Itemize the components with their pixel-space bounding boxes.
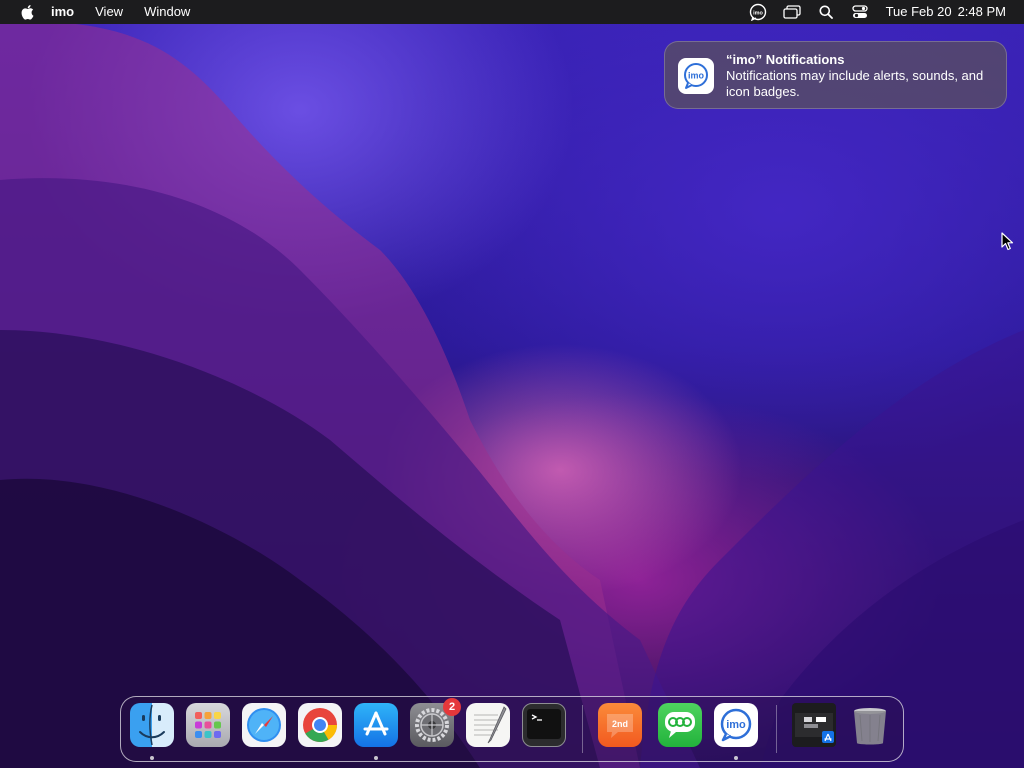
notification-title: “imo” Notifications	[726, 52, 845, 67]
wallpaper	[0, 20, 1024, 768]
apple-logo-icon[interactable]	[20, 4, 34, 20]
system-settings-icon[interactable]: 2	[410, 698, 461, 747]
safari-icon[interactable]	[242, 703, 286, 747]
menu-view[interactable]: View	[95, 0, 123, 24]
running-indicator	[150, 756, 154, 760]
running-indicator	[734, 756, 738, 760]
mouse-cursor-icon	[1001, 232, 1014, 251]
svg-text:imo: imo	[753, 10, 763, 16]
running-indicator	[374, 756, 378, 760]
menu-bar: imo View Window imo Tue Feb 20 2:48 PM	[0, 0, 1024, 24]
terminal-icon[interactable]	[522, 703, 566, 747]
downloads-stack-icon[interactable]	[792, 703, 836, 747]
finder-icon[interactable]	[130, 703, 174, 747]
launchpad-icon[interactable]	[186, 703, 230, 747]
imo-menubar-icon[interactable]: imo	[748, 3, 768, 21]
chrome-icon[interactable]	[298, 703, 342, 747]
svg-text:imo: imo	[688, 71, 705, 81]
spotlight-search-icon[interactable]	[816, 3, 836, 21]
imo-label: imo	[726, 719, 746, 731]
imo-app-icon[interactable]: imo	[714, 703, 758, 747]
app-store-icon[interactable]	[354, 703, 398, 747]
clock-date: Tue Feb 20	[885, 4, 952, 19]
notification-banner[interactable]: imo “imo” Notifications Notifications ma…	[664, 41, 1007, 109]
2ndline-icon[interactable]: 2nd	[598, 703, 642, 747]
clock-time: 2:48 PM	[957, 4, 1006, 19]
imo-app-icon: imo	[678, 58, 714, 94]
desktop: imo View Window imo Tue Feb 20 2:48 PM i…	[0, 0, 1024, 768]
green-messenger-icon[interactable]	[658, 703, 702, 747]
dock: 2 2nd imo	[120, 696, 904, 762]
menubar-clock[interactable]: Tue Feb 20 2:48 PM	[886, 0, 1006, 24]
control-center-icon[interactable]	[850, 3, 870, 21]
2ndline-label: 2nd	[612, 719, 628, 729]
notification-body: Notifications may include alerts, sounds…	[726, 68, 984, 99]
screen-mirroring-icon[interactable]	[782, 3, 802, 21]
dock-separator	[776, 705, 777, 753]
menu-window[interactable]: Window	[144, 0, 190, 24]
textedit-icon[interactable]	[466, 703, 510, 747]
dock-separator	[582, 705, 583, 753]
menu-app-name[interactable]: imo	[51, 0, 74, 24]
trash-icon[interactable]	[848, 703, 892, 747]
notification-badge: 2	[443, 698, 461, 716]
